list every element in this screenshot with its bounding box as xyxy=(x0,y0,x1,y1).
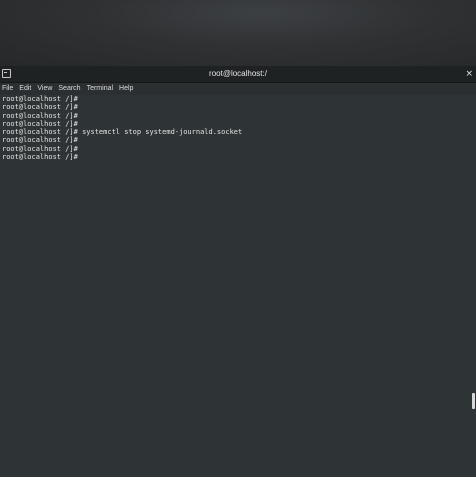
menu-terminal[interactable]: Terminal xyxy=(84,83,116,95)
terminal-line: root@localhost /]# systemctl stop system… xyxy=(2,128,243,137)
window-title: root@localhost:/ xyxy=(209,69,267,78)
terminal-window: root@localhost:/ × File Edit View Search… xyxy=(0,66,476,477)
terminal-line: root@localhost /]# xyxy=(2,136,78,145)
menu-bar: File Edit View Search Terminal Help xyxy=(0,83,476,95)
menu-view[interactable]: View xyxy=(34,83,55,95)
terminal-line: root@localhost /]# xyxy=(2,111,78,120)
terminal-line: root@localhost /]# xyxy=(2,95,78,103)
menu-file[interactable]: File xyxy=(0,83,16,95)
desktop-background xyxy=(0,0,476,66)
terminal-line: root@localhost /]# xyxy=(2,153,78,162)
menu-edit[interactable]: Edit xyxy=(16,83,34,95)
vertical-scrollbar[interactable] xyxy=(470,95,476,477)
terminal-line: root@localhost /]# xyxy=(2,144,78,153)
terminal-output[interactable]: root@localhost /]# root@localhost /]# ro… xyxy=(0,95,470,477)
terminal-line: root@localhost /]# xyxy=(2,119,78,128)
scrollbar-thumb[interactable] xyxy=(472,393,475,409)
menu-help[interactable]: Help xyxy=(116,83,136,95)
close-icon[interactable]: × xyxy=(465,67,473,81)
menu-search[interactable]: Search xyxy=(55,83,83,95)
title-bar[interactable]: root@localhost:/ × xyxy=(0,66,476,83)
terminal-line: root@localhost /]# xyxy=(2,103,78,112)
